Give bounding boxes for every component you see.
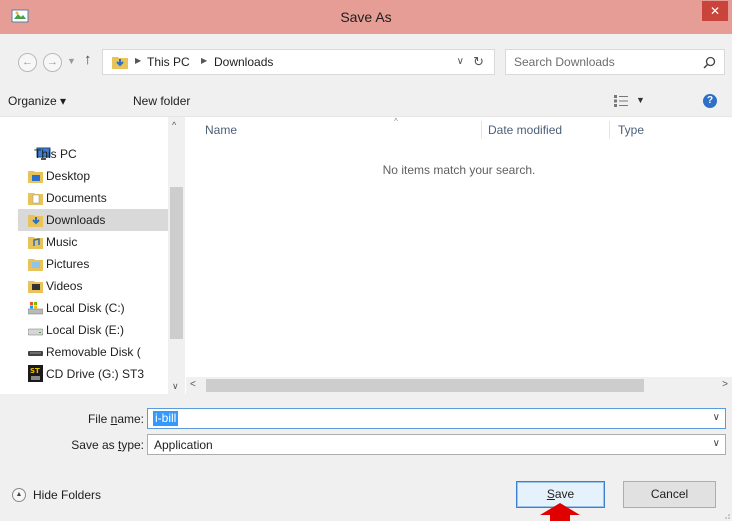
- file-name-value: i-bill: [153, 411, 179, 426]
- up-arrow-icon: ↑: [84, 51, 92, 68]
- navigation-pane: This PC Desktop Documents Downloads Musi…: [0, 116, 186, 395]
- nav-item-documents[interactable]: Documents: [24, 187, 168, 209]
- close-icon: ✕: [709, 4, 721, 18]
- forward-arrow-icon: →: [47, 56, 58, 68]
- drive-icon: [28, 328, 43, 336]
- view-dropdown-icon[interactable]: ▼: [636, 95, 645, 105]
- nav-item-cd-drive[interactable]: ST CD Drive (G:) ST3: [24, 363, 168, 385]
- scroll-left-icon[interactable]: <: [190, 379, 196, 390]
- system-drive-icon: [28, 302, 43, 315]
- cancel-button[interactable]: Cancel: [623, 481, 716, 508]
- save-as-type-select[interactable]: Application ∨: [147, 434, 726, 455]
- cd-drive-icon: ST: [28, 365, 43, 382]
- nav-item-label: CD Drive (G:) ST3: [46, 367, 145, 381]
- file-name-label: File name:: [87, 412, 144, 426]
- svg-text:ST: ST: [30, 367, 40, 375]
- organize-button[interactable]: Organize ▾: [8, 94, 66, 108]
- save-as-type-label: Save as type:: [71, 438, 144, 452]
- command-toolbar: Organize ▾ New folder ▼ ?: [0, 88, 732, 116]
- nav-item-downloads[interactable]: Downloads: [18, 209, 168, 231]
- nav-item-label: Removable Disk (: [46, 345, 141, 359]
- chevron-right-icon: ▶: [201, 56, 208, 65]
- scroll-right-icon[interactable]: >: [722, 379, 728, 390]
- back-button[interactable]: ←: [18, 53, 37, 72]
- nav-item-local-disk-e[interactable]: Local Disk (E:): [24, 319, 168, 341]
- view-options-icon[interactable]: [614, 95, 628, 107]
- nav-item-desktop[interactable]: Desktop: [24, 165, 168, 187]
- videos-folder-icon: [28, 281, 43, 293]
- address-dropdown-icon[interactable]: ∨: [457, 56, 464, 67]
- save-as-type-value: Application: [154, 438, 213, 452]
- chevron-right-icon: ▶: [135, 56, 142, 65]
- help-icon[interactable]: ?: [703, 94, 717, 108]
- nav-item-local-disk-c[interactable]: Local Disk (C:): [24, 297, 168, 319]
- nav-item-this-pc[interactable]: This PC: [12, 143, 164, 165]
- chevron-up-icon: ▲: [12, 488, 26, 502]
- search-icon[interactable]: [703, 56, 716, 69]
- scrollbar-thumb[interactable]: [206, 379, 644, 392]
- downloads-folder-icon: [28, 215, 43, 227]
- column-divider[interactable]: [609, 121, 610, 139]
- empty-message: No items match your search.: [382, 163, 536, 177]
- file-name-field[interactable]: i-bill ∨: [147, 408, 726, 429]
- nav-item-label: Pictures: [46, 257, 90, 271]
- nav-item-label: Documents: [46, 191, 107, 205]
- file-list: ^ Name Date modified Type No items match…: [186, 116, 732, 394]
- nav-item-label: Local Disk (C:): [46, 301, 125, 315]
- refresh-icon[interactable]: ↻: [473, 54, 484, 70]
- nav-item-label: Downloads: [46, 213, 106, 227]
- up-button[interactable]: ↑: [84, 51, 92, 68]
- pictures-folder-icon: [28, 259, 43, 271]
- breadcrumb-this-pc[interactable]: This PC: [147, 55, 190, 69]
- new-folder-button[interactable]: New folder: [133, 94, 190, 108]
- nav-item-removable-disk[interactable]: Removable Disk (: [24, 341, 168, 363]
- recent-locations-button[interactable]: ▼: [67, 56, 76, 66]
- nav-item-label: Music: [46, 235, 78, 249]
- chevron-down-icon[interactable]: ∨: [713, 412, 720, 423]
- downloads-folder-icon: [112, 57, 128, 69]
- scrollbar-thumb[interactable]: [170, 187, 183, 339]
- search-placeholder: Search Downloads: [514, 55, 615, 69]
- chevron-down-icon[interactable]: ∨: [713, 438, 720, 449]
- address-row: ← → ▼ ↑ ▶ This PC ▶ Downloads ∨ ↻ Search…: [0, 34, 732, 88]
- desktop-folder-icon: [28, 171, 43, 183]
- nav-item-label: This PC: [34, 147, 77, 161]
- nav-item-videos[interactable]: Videos: [24, 275, 168, 297]
- nav-item-label: Local Disk (E:): [46, 323, 125, 337]
- annotation-arrow-icon: [540, 503, 580, 521]
- nav-item-label: Desktop: [46, 169, 91, 183]
- file-list-scrollbar[interactable]: < >: [186, 377, 732, 394]
- nav-item-label: Videos: [46, 279, 83, 293]
- window-title: Save As: [340, 9, 392, 25]
- scroll-up-icon[interactable]: ^: [172, 120, 176, 130]
- back-arrow-icon: ←: [22, 56, 33, 68]
- title-bar: Save As ✕: [0, 0, 732, 34]
- column-header-type[interactable]: Type: [618, 123, 644, 137]
- column-header-name[interactable]: Name: [205, 123, 237, 137]
- column-divider[interactable]: [481, 121, 482, 139]
- close-button[interactable]: ✕: [702, 1, 728, 21]
- sort-ascending-icon: ^: [394, 117, 398, 126]
- hide-folders-label: Hide Folders: [33, 488, 102, 502]
- breadcrumb-downloads[interactable]: Downloads: [214, 55, 273, 69]
- music-folder-icon: [28, 237, 43, 249]
- address-bar[interactable]: ▶ This PC ▶ Downloads ∨ ↻: [102, 49, 495, 75]
- scroll-down-icon[interactable]: ∨: [172, 381, 179, 392]
- documents-folder-icon: [28, 193, 43, 205]
- nav-pane-scrollbar[interactable]: ^ ∨: [168, 117, 185, 395]
- resize-grip-icon[interactable]: [722, 511, 730, 519]
- search-input[interactable]: Search Downloads: [505, 49, 725, 75]
- nav-item-pictures[interactable]: Pictures: [24, 253, 168, 275]
- removable-disk-icon: [28, 351, 43, 356]
- nav-item-music[interactable]: Music: [24, 231, 168, 253]
- forward-button[interactable]: →: [43, 53, 62, 72]
- column-header-date-modified[interactable]: Date modified: [488, 123, 562, 137]
